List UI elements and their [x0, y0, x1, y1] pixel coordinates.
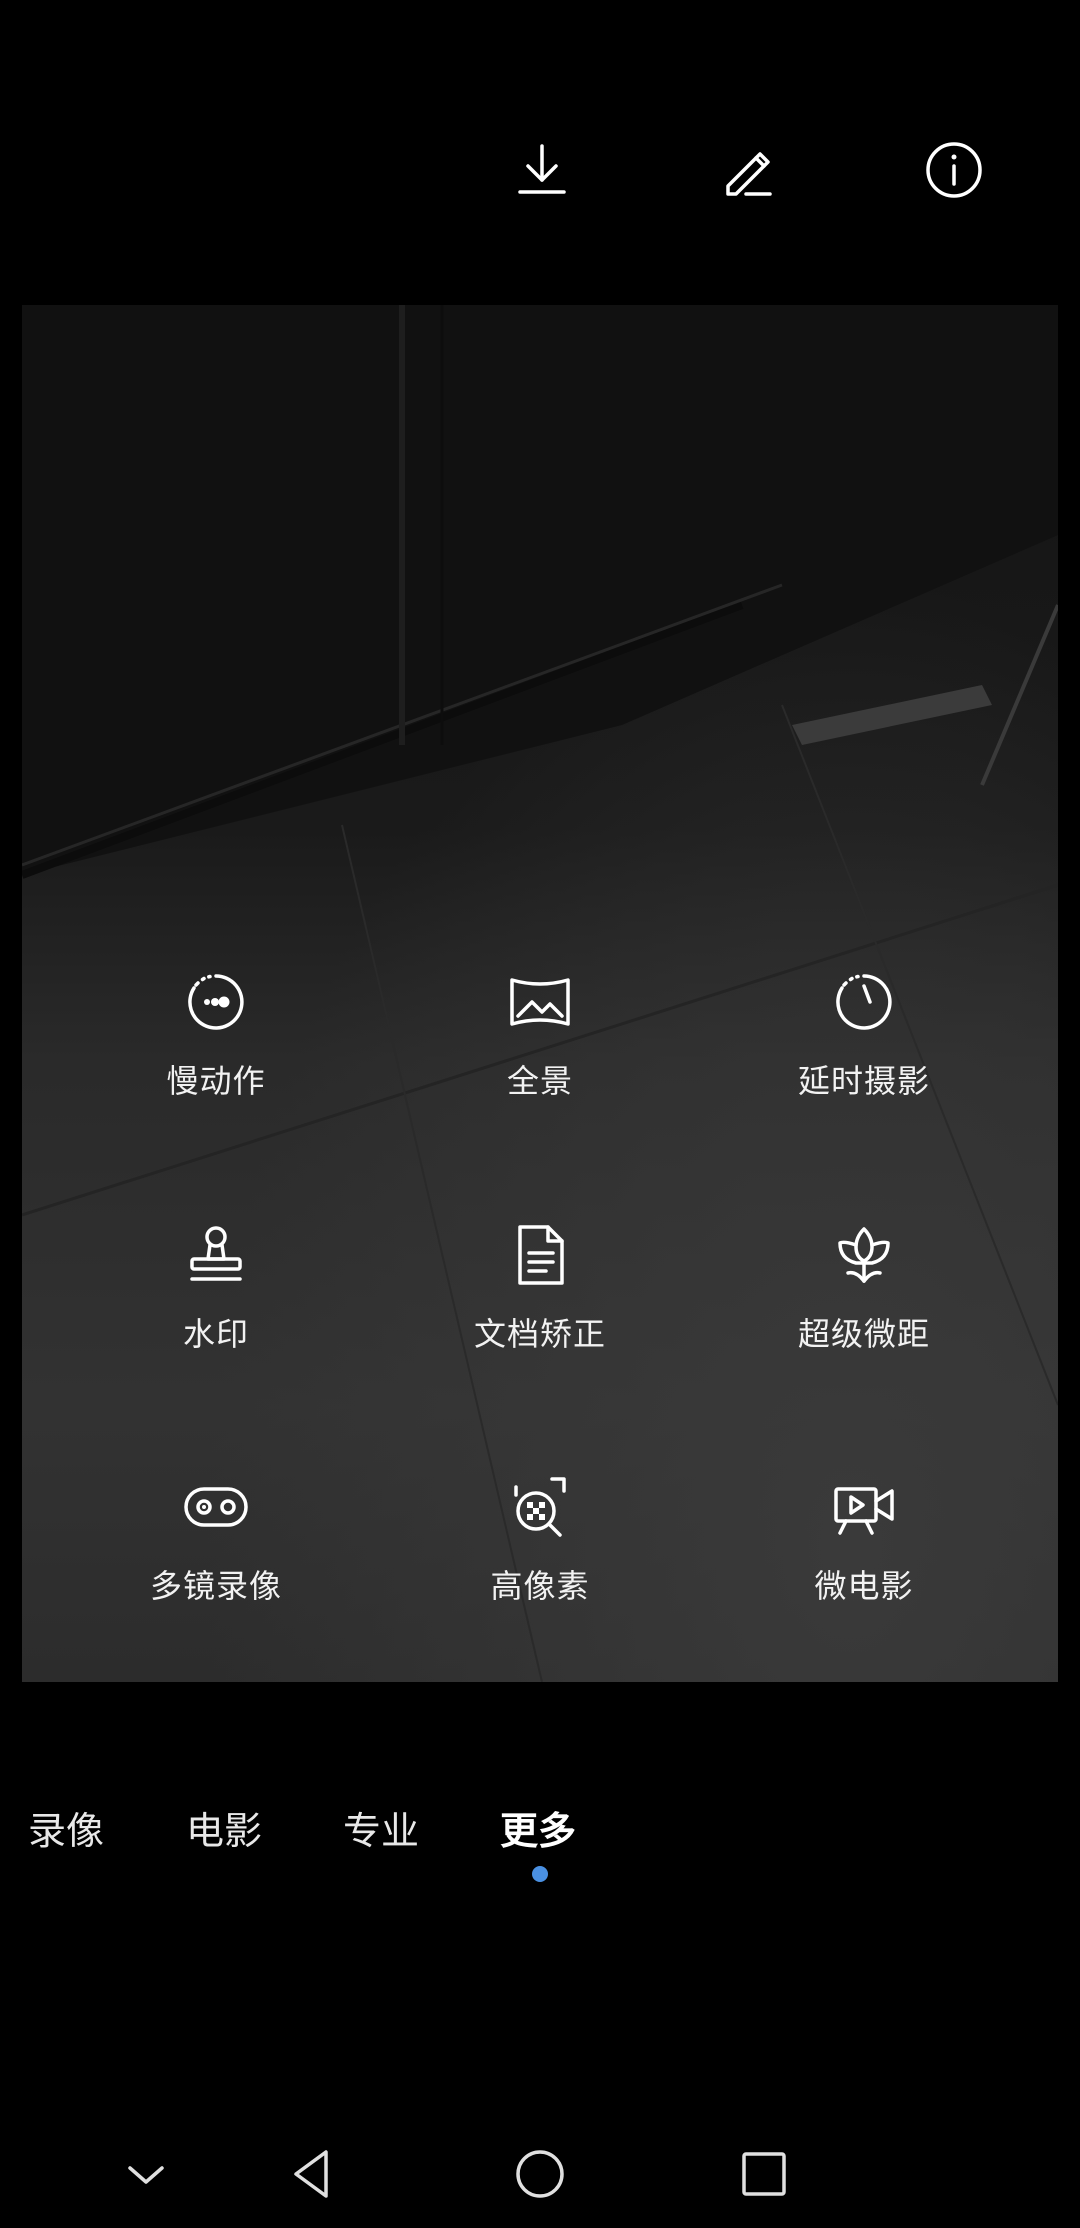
edit-icon[interactable] — [708, 130, 788, 210]
mode-label: 全景 — [506, 1062, 573, 1100]
multi-lens-icon — [184, 1475, 248, 1539]
mode-label: 多镜录像 — [149, 1567, 282, 1605]
mode-panorama[interactable]: 全景 — [390, 970, 690, 1140]
mode-label: 水印 — [182, 1315, 249, 1353]
info-icon[interactable] — [914, 130, 994, 210]
mode-label: 微电影 — [814, 1567, 914, 1605]
mode-slow-motion[interactable]: 慢动作 — [66, 970, 366, 1140]
slow-motion-icon — [184, 970, 248, 1034]
home-icon[interactable] — [508, 2142, 572, 2206]
mode-timelapse[interactable]: 延时摄影 — [714, 970, 1014, 1140]
document-icon — [508, 1223, 572, 1287]
macro-flower-icon — [832, 1223, 896, 1287]
recents-icon[interactable] — [732, 2142, 796, 2206]
system-nav-bar — [0, 2120, 1080, 2228]
tab-movie[interactable]: 电影 — [186, 1800, 262, 1855]
mode-label: 文档矫正 — [473, 1315, 606, 1353]
mode-super-macro[interactable]: 超级微距 — [714, 1223, 1014, 1393]
mode-label: 延时摄影 — [797, 1062, 930, 1100]
panorama-icon — [508, 970, 572, 1034]
high-res-icon — [508, 1475, 572, 1539]
video-play-icon — [832, 1475, 896, 1539]
collapse-icon[interactable] — [114, 2142, 178, 2206]
mode-watermark[interactable]: 水印 — [66, 1223, 366, 1393]
top-bar — [0, 0, 1080, 300]
mode-label: 高像素 — [490, 1567, 590, 1605]
mode-micro-movie[interactable]: 微电影 — [714, 1475, 1014, 1645]
tab-more[interactable]: 更多 — [500, 1800, 576, 1855]
camera-mode-tabs: 录像 电影 专业 更多 — [0, 1790, 1080, 1900]
timelapse-icon — [832, 970, 896, 1034]
tab-video[interactable]: 录像 — [28, 1800, 104, 1855]
camera-viewfinder[interactable]: 慢动作 全景 延时摄影 水印 文档矫正 超级微距 多镜录像 高像素 微电影 — [22, 305, 1058, 1682]
stamp-icon — [184, 1223, 248, 1287]
active-tab-indicator — [532, 1866, 548, 1882]
mode-document[interactable]: 文档矫正 — [390, 1223, 690, 1393]
back-icon[interactable] — [282, 2142, 346, 2206]
download-icon[interactable] — [502, 130, 582, 210]
mode-multi-lens[interactable]: 多镜录像 — [66, 1475, 366, 1645]
mode-label: 慢动作 — [166, 1062, 266, 1100]
mode-label: 超级微距 — [797, 1315, 930, 1353]
tab-pro[interactable]: 专业 — [343, 1800, 419, 1855]
mode-grid: 慢动作 全景 延时摄影 水印 文档矫正 超级微距 多镜录像 高像素 微电影 — [22, 305, 1058, 1682]
mode-high-res[interactable]: 高像素 — [390, 1475, 690, 1645]
